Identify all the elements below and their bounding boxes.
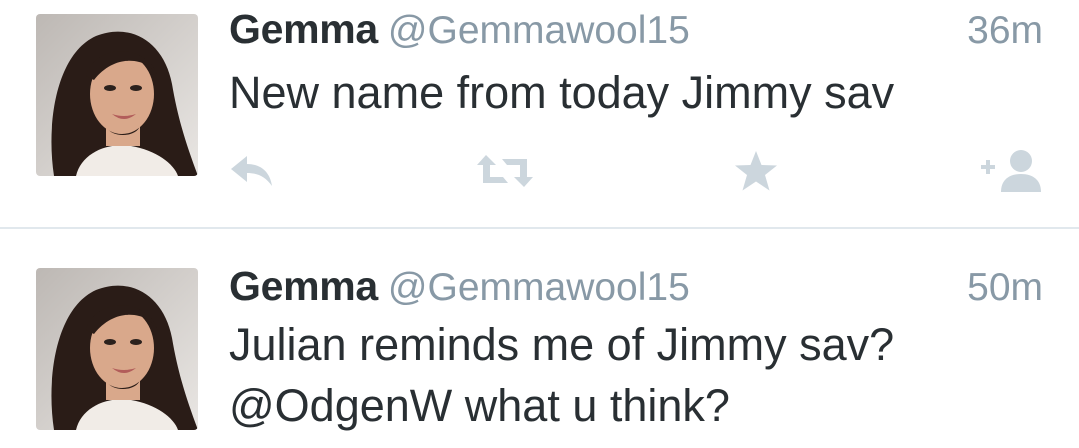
retweet-icon (477, 155, 533, 187)
retweet-button[interactable] (474, 146, 536, 196)
tweet-header: Gemma @Gemmawool15 (229, 6, 690, 52)
tweet-timeline: Gemma @Gemmawool15 36m New name from toda… (0, 0, 1079, 448)
favorite-button[interactable] (733, 146, 779, 196)
reply-icon (231, 156, 272, 186)
favorite-star-icon (735, 151, 777, 191)
follow-button[interactable] (978, 146, 1046, 196)
reply-button[interactable] (226, 146, 278, 196)
tweet-timestamp[interactable]: 36m (967, 9, 1043, 53)
author-handle[interactable]: @Gemmawool15 (388, 9, 690, 52)
tweet-item[interactable]: Gemma @Gemmawool15 36m New name from toda… (0, 0, 1079, 228)
tweet-text-line: @OdgenW what u think? (229, 380, 730, 431)
avatar-photo (36, 268, 198, 430)
author-handle[interactable]: @Gemmawool15 (388, 266, 690, 309)
author-name[interactable]: Gemma (229, 6, 378, 52)
tweet-item[interactable]: Gemma @Gemmawool15 50m Julian reminds me … (0, 229, 1079, 448)
author-name[interactable]: Gemma (229, 263, 378, 309)
tweet-text: New name from today Jimmy sav (229, 62, 1039, 123)
tweet-text: Julian reminds me of Jimmy sav? @OdgenW … (229, 314, 1039, 436)
follow-add-user-icon (981, 150, 1041, 192)
tweet-timestamp[interactable]: 50m (967, 266, 1043, 310)
tweet-actions (0, 146, 1079, 196)
avatar[interactable] (36, 268, 198, 430)
tweet-text-line: Julian reminds me of Jimmy sav? (229, 319, 895, 370)
tweet-header: Gemma @Gemmawool15 (229, 263, 690, 309)
tweet-text-line: New name from today Jimmy sav (229, 67, 895, 118)
